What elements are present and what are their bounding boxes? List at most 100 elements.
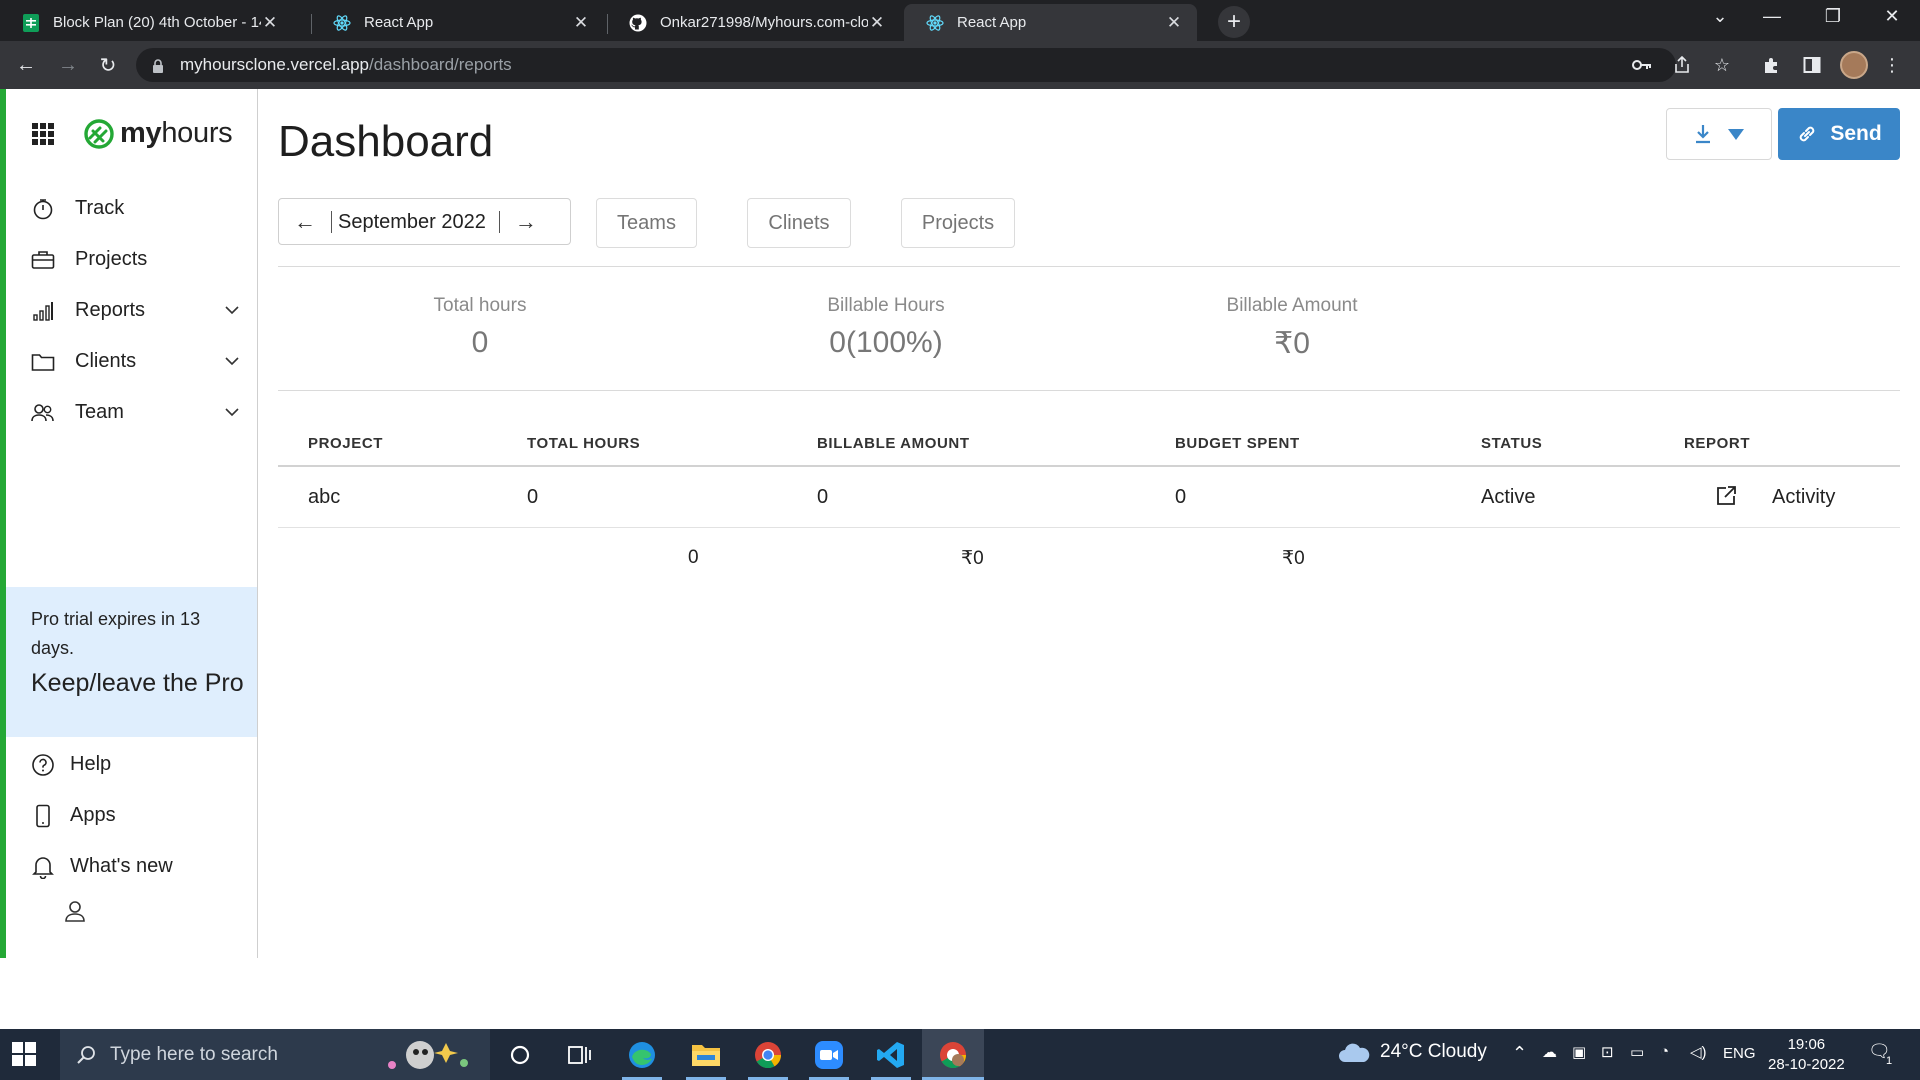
pro-trial-banner: Pro trial expires in 13 days. Keep/leave… (6, 587, 257, 737)
zoom-icon[interactable] (811, 1037, 847, 1073)
period-label[interactable]: September 2022 (331, 210, 500, 233)
table-row[interactable]: abc 0 0 0 Active Activity (278, 467, 1900, 528)
volume-icon[interactable]: ◁) (1690, 1043, 1707, 1061)
url-bar[interactable]: myhoursclone.vercel.app/dashboard/report… (136, 48, 1676, 82)
next-period-arrow-icon[interactable]: → (500, 199, 552, 244)
key-icon[interactable] (1630, 53, 1654, 77)
taskbar-search[interactable]: Type here to search (60, 1029, 490, 1080)
task-view-icon[interactable] (562, 1037, 598, 1073)
new-tab-button[interactable]: + (1218, 6, 1250, 38)
activity-report-link[interactable]: Activity (1772, 486, 1835, 509)
share-icon[interactable] (1670, 53, 1694, 77)
edge-browser-icon[interactable] (624, 1037, 660, 1073)
sidebar-item-label: Reports (75, 299, 146, 321)
close-tab-icon[interactable]: ✕ (868, 13, 886, 33)
chrome-profile-active-icon[interactable] (922, 1029, 984, 1080)
react-icon (926, 14, 944, 32)
windows-start-icon[interactable] (12, 1042, 36, 1066)
sidebar-item-clients[interactable]: Clients (30, 336, 240, 387)
sidebar-bottom-nav: Help Apps What's new (30, 739, 240, 892)
browser-tab[interactable]: Onkar271998/Myhours.com-clone ✕ (607, 4, 900, 41)
download-icon (1696, 125, 1710, 144)
column-header[interactable]: BUDGET SPENT (1175, 435, 1300, 452)
chrome-icon[interactable] (750, 1037, 786, 1073)
display-icon[interactable]: ⊡ (1601, 1043, 1614, 1061)
page-title: Dashboard (278, 117, 494, 166)
browser-tab-active[interactable]: React App ✕ (904, 4, 1197, 41)
tray-overflow-chevron-icon[interactable]: ⌃ (1512, 1043, 1527, 1064)
cell-project[interactable]: abc (308, 486, 340, 509)
close-tab-icon[interactable]: ✕ (1165, 13, 1183, 33)
tab-search-icon[interactable]: ⌄ (1700, 6, 1740, 27)
column-header[interactable]: PROJECT (308, 435, 383, 452)
weather-widget[interactable]: 24°C Cloudy (1338, 1041, 1487, 1063)
cortana-icon[interactable] (502, 1037, 538, 1073)
stat-label: Billable Amount (1226, 295, 1358, 316)
projects-filter-button[interactable]: Projects (901, 198, 1015, 248)
sidebar-item-track[interactable]: Track (30, 183, 240, 234)
forward-icon[interactable]: → (54, 51, 82, 79)
sidebar-item-label: Team (75, 401, 124, 423)
column-header[interactable]: STATUS (1481, 435, 1542, 452)
sidebar-item-apps[interactable]: Apps (30, 790, 240, 841)
column-header[interactable]: REPORT (1684, 435, 1750, 452)
side-panel-icon[interactable] (1800, 53, 1824, 77)
phone-icon (30, 803, 56, 829)
browser-tab[interactable]: React App ✕ (311, 4, 604, 41)
sidebar-item-label: Help (70, 753, 112, 775)
clock-date: 28-10-2022 (1768, 1056, 1845, 1073)
bookmark-star-icon[interactable]: ☆ (1710, 53, 1734, 77)
teams-filter-button[interactable]: Teams (596, 198, 697, 248)
external-link-icon[interactable] (1715, 485, 1737, 507)
close-tab-icon[interactable]: ✕ (572, 13, 590, 33)
language-indicator[interactable]: ENG (1723, 1045, 1756, 1062)
sidebar-item-team[interactable]: Team (30, 387, 240, 438)
close-tab-icon[interactable]: ✕ (261, 13, 279, 33)
vscode-icon[interactable] (873, 1037, 909, 1073)
app-grid-icon[interactable] (32, 122, 54, 145)
sidebar-item-projects[interactable]: Projects (30, 234, 240, 285)
cell-budget-spent: 0 (1175, 486, 1187, 508)
myhours-logo-icon (84, 118, 114, 149)
column-header[interactable]: BILLABLE AMOUNT (817, 435, 970, 452)
keep-pro-link[interactable]: Keep/leave the Pro (31, 669, 257, 698)
app-root: myhours Track Projects Reports Clients T… (0, 89, 1920, 958)
chevron-down-icon[interactable] (224, 303, 240, 319)
meet-icon[interactable]: ▣ (1572, 1043, 1586, 1061)
brand-name[interactable]: myhours (120, 117, 233, 150)
close-window-icon[interactable]: ✕ (1872, 6, 1912, 27)
cell-total-hours: 0 (527, 486, 539, 508)
prev-period-arrow-icon[interactable]: ← (279, 199, 331, 244)
browser-tab[interactable]: Block Plan (20) 4th October - 14th ✕ (0, 4, 293, 41)
tab-title: Block Plan (20) 4th October - 14th (53, 14, 261, 31)
chevron-down-icon[interactable] (224, 354, 240, 370)
minimize-icon[interactable]: — (1752, 6, 1792, 27)
back-icon[interactable]: ← (12, 51, 40, 79)
taskbar-clock[interactable]: 19:06 28-10-2022 (1768, 1035, 1845, 1075)
file-explorer-icon[interactable] (688, 1037, 724, 1073)
lock-icon (152, 58, 164, 73)
send-button[interactable]: Send (1778, 108, 1900, 160)
wifi-icon[interactable]: ◔ (1660, 1043, 1669, 1060)
browser-tab-bar: Block Plan (20) 4th October - 14th ✕ Rea… (0, 0, 1920, 41)
extensions-icon[interactable] (1760, 53, 1784, 77)
sidebar-item-help[interactable]: Help (30, 739, 240, 790)
chevron-down-icon[interactable] (224, 405, 240, 421)
profile-avatar[interactable] (1840, 51, 1868, 79)
divider (278, 390, 1900, 391)
column-header[interactable]: TOTAL HOURS (527, 435, 640, 452)
stat-total-hours: Total hours 0 (350, 295, 610, 360)
sidebar-item-reports[interactable]: Reports (30, 285, 240, 336)
clock-time: 19:06 (1787, 1036, 1826, 1053)
sidebar-item-whats-new[interactable]: What's new (30, 841, 240, 892)
clients-filter-button[interactable]: Clinets (747, 198, 851, 248)
onedrive-icon[interactable]: ☁ (1542, 1043, 1557, 1061)
restore-icon[interactable]: ❐ (1813, 6, 1853, 27)
reload-icon[interactable]: ↻ (94, 51, 122, 79)
menu-kebab-icon[interactable]: ⋮ (1880, 53, 1904, 77)
cloud-icon (1339, 1043, 1370, 1062)
download-button[interactable] (1666, 108, 1772, 160)
battery-icon[interactable]: ▭ (1630, 1043, 1644, 1061)
stopwatch-icon (30, 196, 56, 222)
user-profile-icon[interactable] (60, 897, 90, 927)
